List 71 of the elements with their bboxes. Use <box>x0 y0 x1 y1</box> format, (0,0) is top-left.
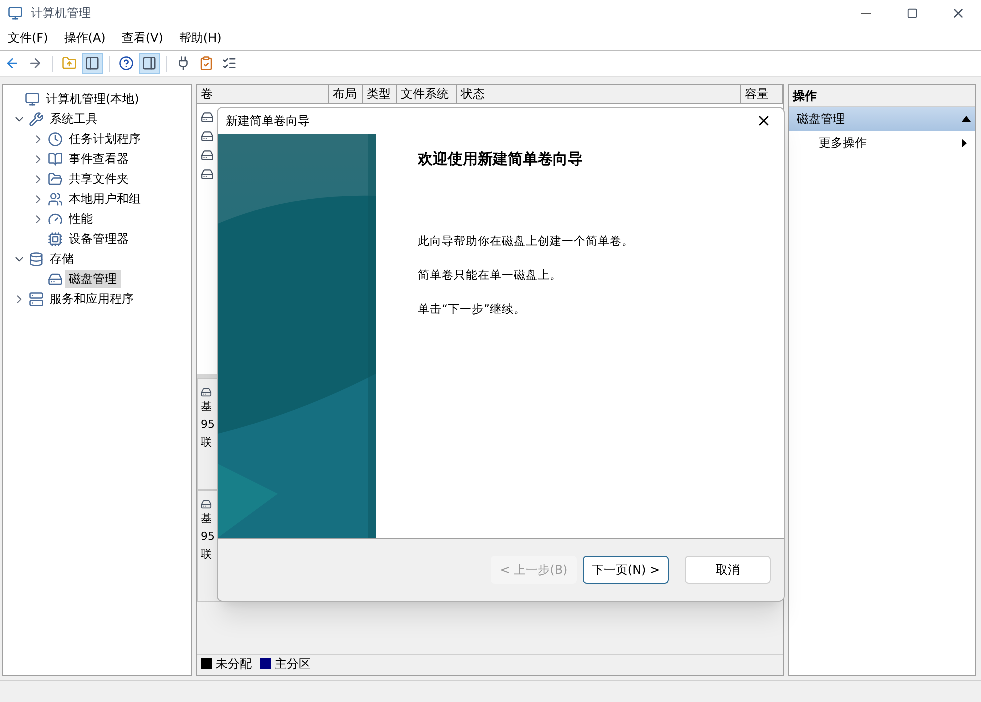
folder-icon <box>62 56 77 71</box>
server-icon <box>29 292 44 306</box>
dialog-button[interactable]: 取消 <box>685 556 771 584</box>
disk-info-text: 95 <box>201 529 216 545</box>
tree-item[interactable]: 存储 <box>46 250 78 268</box>
maximize-icon <box>906 8 918 18</box>
menu-item[interactable]: 文件(F) <box>0 29 56 47</box>
tree-item[interactable]: 共享文件夹 <box>65 170 133 188</box>
actions-section-header[interactable]: 磁盘管理 <box>789 107 975 131</box>
wizard-text: 简单卷只能在单一磁盘上。 <box>418 266 563 284</box>
storage-icon <box>29 252 44 266</box>
tree-item[interactable]: 性能 <box>65 210 97 228</box>
clock-icon <box>48 132 63 146</box>
tools-icon <box>29 112 44 126</box>
collapse-triangle-icon <box>962 116 971 122</box>
tree-item[interactable]: 事件查看器 <box>65 150 133 168</box>
tree-item[interactable]: 任务计划程序 <box>65 130 145 148</box>
column-header[interactable]: 布局 <box>329 85 363 103</box>
users-icon <box>48 192 63 206</box>
column-header[interactable]: 容量 <box>741 85 783 103</box>
volume-icon <box>201 130 214 143</box>
toolbar-button[interactable] <box>82 53 103 74</box>
section-title: 磁盘管理 <box>796 111 845 128</box>
minimize-icon <box>861 12 871 14</box>
volume-icon <box>201 149 214 162</box>
column-header[interactable]: 类型 <box>363 85 397 103</box>
panel-icon <box>85 56 100 71</box>
actions-header: 操作 <box>789 85 975 107</box>
folder-icon <box>48 172 63 186</box>
toolbar-button[interactable] <box>139 53 160 74</box>
panel-icon <box>142 56 157 71</box>
column-header[interactable]: 状态 <box>457 85 741 103</box>
gauge-icon <box>48 212 63 226</box>
menu-item[interactable]: 操作(A) <box>56 29 114 47</box>
disk-info-text: 基 <box>201 511 213 527</box>
checklist-icon <box>222 56 237 71</box>
window-title: 计算机管理 <box>31 5 91 22</box>
column-header[interactable]: 卷 <box>197 85 329 103</box>
plug-icon <box>176 56 191 71</box>
tree-item[interactable]: 计算机管理(本地) <box>42 90 144 108</box>
menu-item[interactable]: 查看(V) <box>114 29 172 47</box>
forward-icon <box>28 56 43 71</box>
tree-item[interactable]: 设备管理器 <box>65 230 133 248</box>
menu-item[interactable]: 帮助(H) <box>171 29 230 47</box>
wizard-text: 此向导帮助你在磁盘上创建一个简单卷。 <box>418 232 634 250</box>
help-icon <box>119 56 134 71</box>
clipboard-icon <box>199 56 214 71</box>
device-icon <box>48 232 63 246</box>
tree-item[interactable]: 服务和应用程序 <box>46 290 138 308</box>
tree-item[interactable]: 本地用户和组 <box>65 190 145 208</box>
column-header[interactable]: 文件系统 <box>397 85 457 103</box>
disk-info-text: 联 <box>201 435 213 451</box>
tree-item[interactable]: 磁盘管理 <box>65 270 121 288</box>
tree-item[interactable]: 系统工具 <box>46 110 102 128</box>
legend-label: 主分区 <box>275 656 311 672</box>
wizard-heading: 欢迎使用新建简单卷向导 <box>418 149 584 170</box>
volume-icon <box>201 111 214 124</box>
action-item[interactable]: 更多操作 <box>819 134 867 152</box>
volume-icon <box>201 168 214 181</box>
back-icon <box>5 56 20 71</box>
book-icon <box>48 152 63 166</box>
submenu-arrow-icon <box>962 138 967 148</box>
legend-label: 未分配 <box>216 656 252 672</box>
app-icon <box>8 6 23 20</box>
disk-info-text: 联 <box>201 547 213 563</box>
dialog-title: 新建简单卷向导 <box>226 113 310 130</box>
wizard-text: 单击“下一步”继续。 <box>418 301 527 318</box>
computer-icon <box>25 92 40 106</box>
dialog-button[interactable]: 下一页(N) > <box>583 556 669 584</box>
disk-info-text: 基 <box>201 399 213 415</box>
disk-info-text: 95 <box>201 417 216 433</box>
